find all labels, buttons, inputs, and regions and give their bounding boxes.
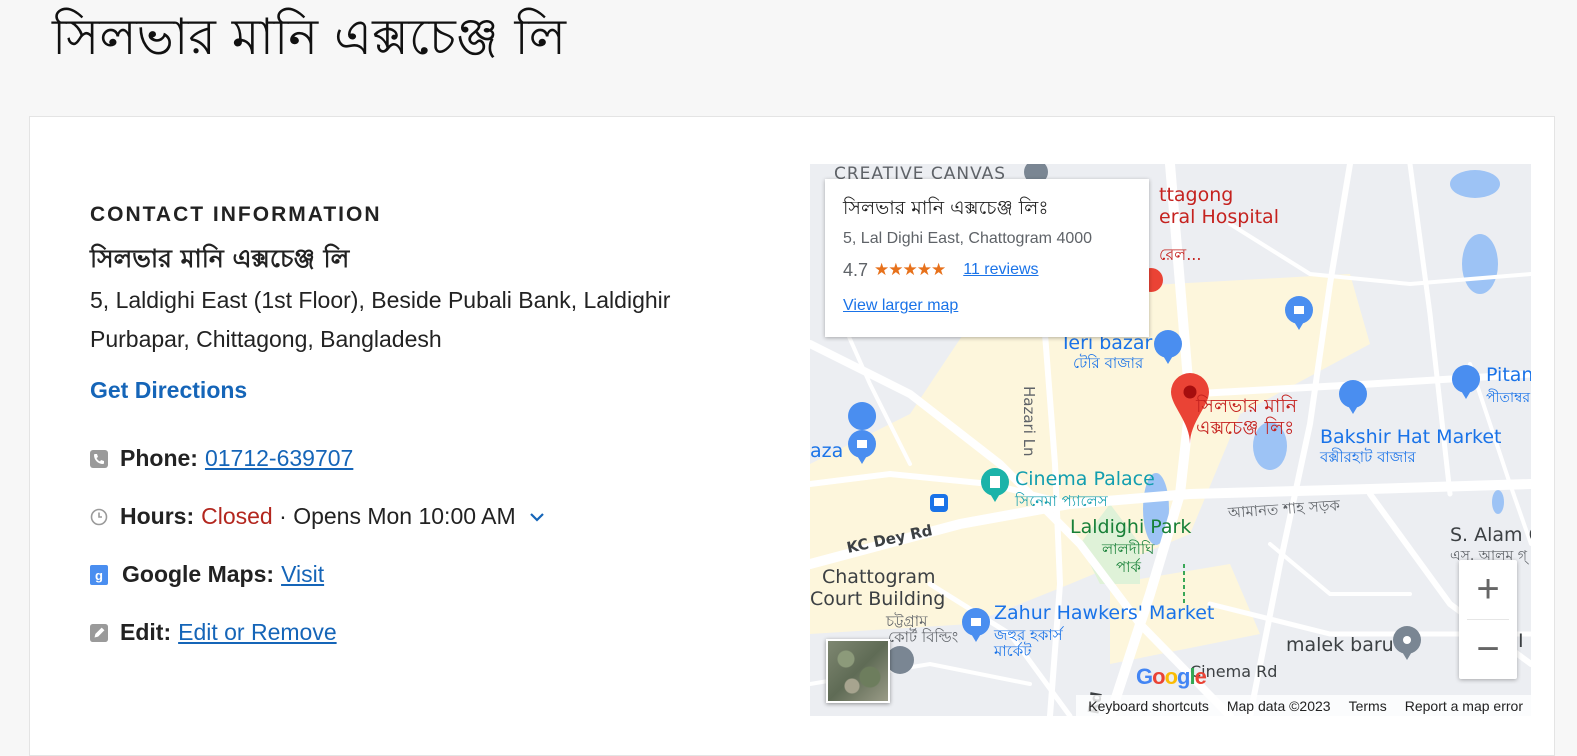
map-embed[interactable]: CREATIVE CANVAS ttagong eral Hospital রে… <box>810 164 1531 716</box>
map-label-cinema-palace-bn: সিনেমা প্যালেস <box>1015 492 1108 510</box>
rating-stars-icon: ★★★★★ <box>874 260 946 279</box>
map-label-court-2: Court Building <box>810 588 946 610</box>
pencil-icon <box>90 623 108 642</box>
contact-card: CONTACT INFORMATION সিলভার মানি এক্সচেঞ্… <box>29 116 1555 756</box>
report-map-error-link[interactable]: Report a map error <box>1405 698 1523 714</box>
map-label-pin-name-2: এক্সচেঞ্জ লিঃ <box>1196 417 1295 439</box>
satellite-toggle-button[interactable] <box>826 639 890 703</box>
phone-number-link[interactable]: 01712-639707 <box>205 445 353 472</box>
phone-icon <box>90 449 108 468</box>
map-reviews-link[interactable]: 11 reviews <box>963 259 1038 281</box>
zoom-out-button[interactable]: − <box>1459 620 1517 679</box>
hours-label: Hours: <box>120 503 195 529</box>
google-maps-label: Google Maps: <box>122 561 275 587</box>
zoom-controls: + − <box>1459 560 1517 679</box>
map-label-court-1: Chattogram <box>822 566 936 588</box>
map-rating-row: 4.7 ★★★★★ 11 reviews <box>843 259 1131 281</box>
map-data-text: Map data ©2023 <box>1226 697 1331 714</box>
map-info-card: সিলভার মানি এক্সচেঞ্জ লিঃ 5, Lal Dighi E… <box>825 179 1149 337</box>
map-label-hospital-bn: রেল... <box>1159 245 1202 264</box>
phone-row: Phone: 01712-639707 <box>90 445 353 472</box>
map-label-aza: aza <box>810 440 844 462</box>
map-label-s-alam: S. Alam Gro <box>1450 524 1531 546</box>
get-directions-link[interactable]: Get Directions <box>90 375 247 405</box>
map-label-zahur: Zahur Hawkers' Market <box>994 602 1215 624</box>
hours-row: Hours: Closed · Opens Mon 10:00 AM <box>90 503 546 530</box>
map-label-hospital-2: eral Hospital <box>1159 206 1279 228</box>
google-maps-visit-link[interactable]: Visit <box>281 561 324 588</box>
svg-text:g: g <box>95 568 103 583</box>
map-label-bakshir-hat-bn: বক্সীরহাট বাজার <box>1320 448 1416 466</box>
map-label-bakshir-hat: Bakshir Hat Market <box>1320 426 1502 448</box>
chevron-down-icon[interactable] <box>528 508 546 526</box>
page-title: সিলভার মানি এক্সচেঞ্জ লি <box>52 8 567 66</box>
google-logo: Google <box>1136 664 1207 689</box>
keyboard-shortcuts-link[interactable]: Keyboard shortcuts <box>1088 698 1209 714</box>
section-heading: CONTACT INFORMATION <box>90 203 382 226</box>
contact-section: CONTACT INFORMATION সিলভার মানি এক্সচেঞ্… <box>90 201 730 645</box>
map-label-court-bn2: কোর্ট বিল্ডিং <box>888 628 959 646</box>
map-label-cinema-palace: Cinema Palace <box>1015 468 1155 490</box>
map-place-address: 5, Lal Dighi East, Chattogram 4000 <box>843 230 1093 247</box>
view-larger-map-link[interactable]: View larger map <box>843 297 958 315</box>
address-line-2: Purbapar, Chittagong, Bangladesh <box>90 326 442 352</box>
google-g-icon: g <box>90 564 108 585</box>
map-rating-value: 4.7 <box>843 260 869 280</box>
map-label-hazari-ln: Hazari Ln <box>1020 386 1038 457</box>
map-label-pitan-bn: পীতাম্বর <box>1486 390 1531 406</box>
address-line-1: 5, Laldighi East (1st Floor), Beside Pub… <box>90 287 671 313</box>
map-label-hospital-1: ttagong <box>1159 184 1234 206</box>
map-label-laldighi-park: Laldighi Park <box>1070 516 1192 538</box>
map-label-teri-bazar-bn: টেরি বাজার <box>1073 354 1144 372</box>
edit-or-remove-link[interactable]: Edit or Remove <box>178 619 337 646</box>
map-label-pitan: Pitan <box>1486 364 1531 386</box>
business-address: 5, Laldighi East (1st Floor), Beside Pub… <box>90 281 730 359</box>
clock-icon <box>90 508 108 526</box>
google-maps-row: g Google Maps: Visit <box>90 561 324 588</box>
map-label-laldighi-park-bn2: পার্ক <box>1116 558 1142 576</box>
hours-opens: Opens Mon 10:00 AM <box>293 503 516 529</box>
zoom-in-button[interactable]: + <box>1459 560 1517 619</box>
hours-status: Closed <box>201 503 273 529</box>
hours-separator: · <box>272 503 294 529</box>
map-label-malek-baru: malek baru <box>1286 634 1394 656</box>
business-name: সিলভার মানি এক্সচেঞ্জ লি <box>90 244 350 273</box>
map-place-name: সিলভার মানি এক্সচেঞ্জ লিঃ <box>843 197 1049 219</box>
map-footer: Keyboard shortcuts Map data ©2023 Terms … <box>1076 695 1531 716</box>
phone-label: Phone: <box>120 445 198 471</box>
edit-row: Edit: Edit or Remove <box>90 619 337 646</box>
edit-label: Edit: <box>120 619 172 645</box>
terms-link[interactable]: Terms <box>1349 698 1387 714</box>
map-label-zahur-bn2: মার্কেট <box>994 642 1032 660</box>
